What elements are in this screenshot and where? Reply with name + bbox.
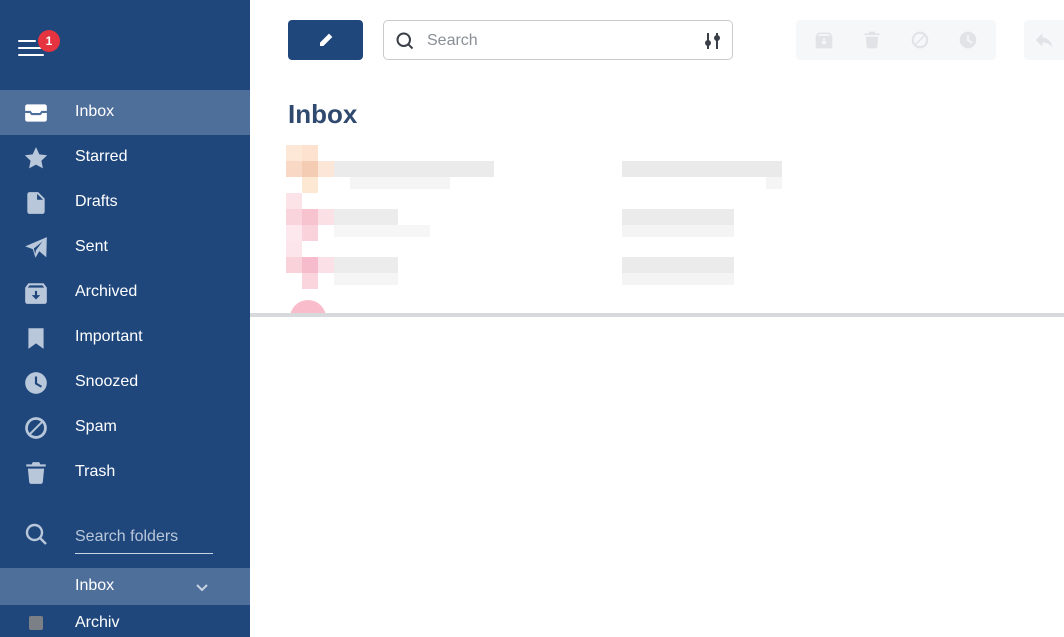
sidebar-nav: Inbox Starred Drafts Sent Archived Impor… [0, 90, 250, 495]
email-row[interactable] [286, 193, 1026, 241]
pencil-icon [319, 33, 332, 46]
reply-toolbar [1024, 20, 1064, 60]
archive-icon [22, 280, 50, 306]
search-bar [383, 20, 733, 60]
email-row[interactable] [286, 145, 1026, 193]
hamburger-icon [18, 40, 36, 42]
folder-item-archiv[interactable]: Archiv [0, 605, 250, 637]
sidebar-item-starred[interactable]: Starred [0, 135, 250, 180]
chevron-down-icon[interactable] [194, 579, 210, 595]
sidebar: 1 Inbox Starred Drafts Sent Archived Imp… [0, 0, 250, 637]
folder-search-input[interactable] [75, 520, 213, 554]
page-title: Inbox [288, 99, 358, 129]
reply-icon [1035, 33, 1053, 48]
folder-label: Archiv [75, 614, 120, 631]
sidebar-item-label: Important [75, 328, 143, 345]
sidebar-item-label: Starred [75, 148, 128, 165]
compose-button[interactable] [288, 20, 363, 60]
sidebar-item-spam[interactable]: Spam [0, 405, 250, 450]
trash-icon [864, 31, 880, 49]
sidebar-item-important[interactable]: Important [0, 315, 250, 360]
archive-button[interactable] [804, 20, 844, 60]
search-icon [395, 31, 415, 51]
sidebar-item-drafts[interactable]: Drafts [0, 180, 250, 225]
inbox-icon [22, 100, 50, 126]
ban-icon [911, 31, 929, 49]
reply-button[interactable] [1024, 20, 1064, 60]
avatar [290, 300, 326, 313]
snooze-button[interactable] [948, 20, 988, 60]
sidebar-item-sent[interactable]: Sent [0, 225, 250, 270]
sidebar-item-label: Sent [75, 238, 108, 255]
archive-icon [815, 32, 833, 49]
sidebar-item-label: Archived [75, 283, 138, 300]
sidebar-item-label: Snoozed [75, 373, 139, 390]
email-list [286, 145, 1026, 313]
spam-button[interactable] [900, 20, 940, 60]
trash-icon [22, 460, 50, 486]
sidebar-item-trash[interactable]: Trash [0, 450, 250, 495]
sidebar-item-inbox[interactable]: Inbox [0, 90, 250, 135]
folder-item-inbox[interactable]: Inbox [0, 568, 250, 605]
folder-color-swatch [29, 616, 43, 630]
sidebar-item-snoozed[interactable]: Snoozed [0, 360, 250, 405]
sidebar-item-label: Spam [75, 418, 117, 435]
filter-sliders-icon[interactable] [703, 31, 723, 51]
mail-app: 1 Inbox Starred Drafts Sent Archived Imp… [0, 0, 1064, 637]
sidebar-item-label: Inbox [75, 103, 115, 120]
message-preview-pane [250, 317, 1064, 637]
email-row[interactable] [286, 241, 1026, 289]
search-input[interactable] [427, 29, 687, 53]
ban-icon [22, 415, 50, 441]
delete-button[interactable] [852, 20, 892, 60]
notification-badge: 1 [38, 30, 60, 52]
folder-label: Inbox [75, 577, 115, 594]
search-icon [24, 522, 50, 548]
sidebar-item-label: Drafts [75, 193, 118, 210]
clock-icon [22, 370, 50, 396]
main-content: Inbox [250, 0, 1064, 637]
folder-search [0, 512, 250, 558]
send-icon [22, 235, 50, 261]
message-toolbar [796, 20, 996, 60]
file-icon [22, 190, 50, 216]
sidebar-item-label: Trash [75, 463, 116, 480]
sidebar-item-archived[interactable]: Archived [0, 270, 250, 315]
clock-icon [959, 31, 977, 49]
star-icon [22, 145, 50, 171]
bookmark-icon [22, 325, 50, 351]
